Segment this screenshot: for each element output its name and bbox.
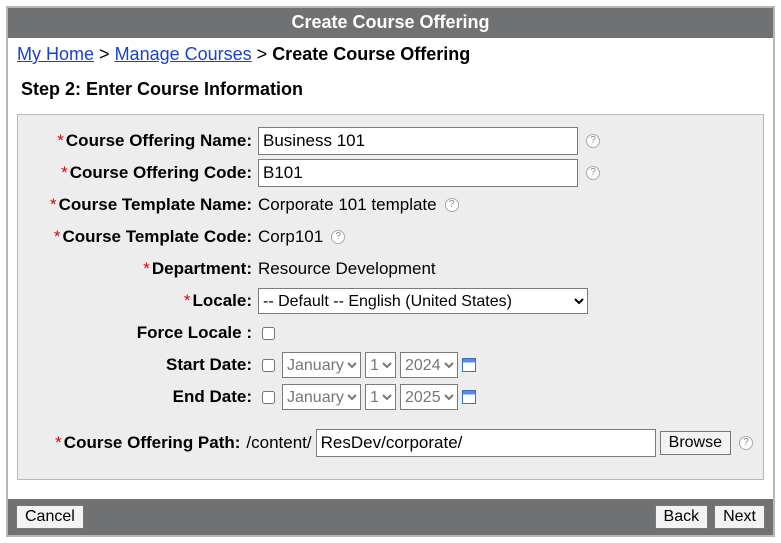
label-template-code: Course Template Code: (62, 227, 252, 246)
step-heading: Step 2: Enter Course Information (21, 79, 764, 100)
required-marker: * (55, 433, 62, 452)
start-year-select[interactable]: 2024 (400, 352, 458, 378)
calendar-icon[interactable] (462, 358, 476, 372)
required-marker: * (184, 291, 191, 310)
start-month-select[interactable]: January (282, 352, 361, 378)
label-template-name: Course Template Name: (59, 195, 252, 214)
back-button[interactable]: Back (655, 505, 709, 529)
course-form: *Course Offering Name: ? *Course Offerin… (17, 114, 764, 480)
breadcrumb: My Home > Manage Courses > Create Course… (17, 44, 764, 65)
breadcrumb-home-link[interactable]: My Home (17, 44, 94, 64)
start-date-enable-checkbox[interactable] (262, 359, 275, 372)
help-icon[interactable]: ? (586, 134, 600, 148)
label-start-date: Start Date: (166, 355, 252, 374)
course-code-input[interactable] (258, 159, 578, 187)
help-icon[interactable]: ? (586, 166, 600, 180)
path-prefix: /content/ (246, 433, 311, 453)
help-icon[interactable]: ? (445, 198, 459, 212)
breadcrumb-sep: > (257, 44, 268, 64)
required-marker: * (61, 163, 68, 182)
label-name: Course Offering Name: (66, 131, 252, 150)
create-course-window: Create Course Offering My Home > Manage … (6, 6, 775, 537)
footer-bar: Cancel Back Next (8, 499, 773, 535)
template-code-value: Corp101 (258, 227, 323, 247)
content-area: My Home > Manage Courses > Create Course… (8, 38, 773, 499)
course-name-input[interactable] (258, 127, 578, 155)
browse-button[interactable]: Browse (660, 431, 731, 455)
help-icon[interactable]: ? (739, 436, 753, 450)
required-marker: * (57, 131, 64, 150)
path-input[interactable] (316, 429, 656, 457)
label-path: Course Offering Path: (64, 433, 241, 452)
label-code: Course Offering Code: (70, 163, 252, 182)
end-month-select[interactable]: January (282, 384, 361, 410)
label-department: Department: (152, 259, 252, 278)
template-name-value: Corporate 101 template (258, 195, 437, 215)
locale-select[interactable]: -- Default -- English (United States) (258, 288, 588, 314)
window-title: Create Course Offering (8, 8, 773, 38)
required-marker: * (54, 227, 61, 246)
label-force-locale: Force Locale : (137, 323, 252, 342)
force-locale-checkbox[interactable] (262, 327, 275, 340)
department-value: Resource Development (258, 259, 436, 279)
cancel-button[interactable]: Cancel (16, 505, 84, 529)
breadcrumb-manage-link[interactable]: Manage Courses (115, 44, 252, 64)
end-date-enable-checkbox[interactable] (262, 391, 275, 404)
calendar-icon[interactable] (462, 390, 476, 404)
label-locale: Locale: (192, 291, 252, 310)
end-day-select[interactable]: 1 (365, 384, 396, 410)
label-end-date: End Date: (173, 387, 252, 406)
breadcrumb-current: Create Course Offering (272, 44, 470, 64)
next-button[interactable]: Next (714, 505, 765, 529)
breadcrumb-sep: > (99, 44, 110, 64)
required-marker: * (50, 195, 57, 214)
required-marker: * (143, 259, 150, 278)
end-year-select[interactable]: 2025 (400, 384, 458, 410)
start-day-select[interactable]: 1 (365, 352, 396, 378)
help-icon[interactable]: ? (331, 230, 345, 244)
